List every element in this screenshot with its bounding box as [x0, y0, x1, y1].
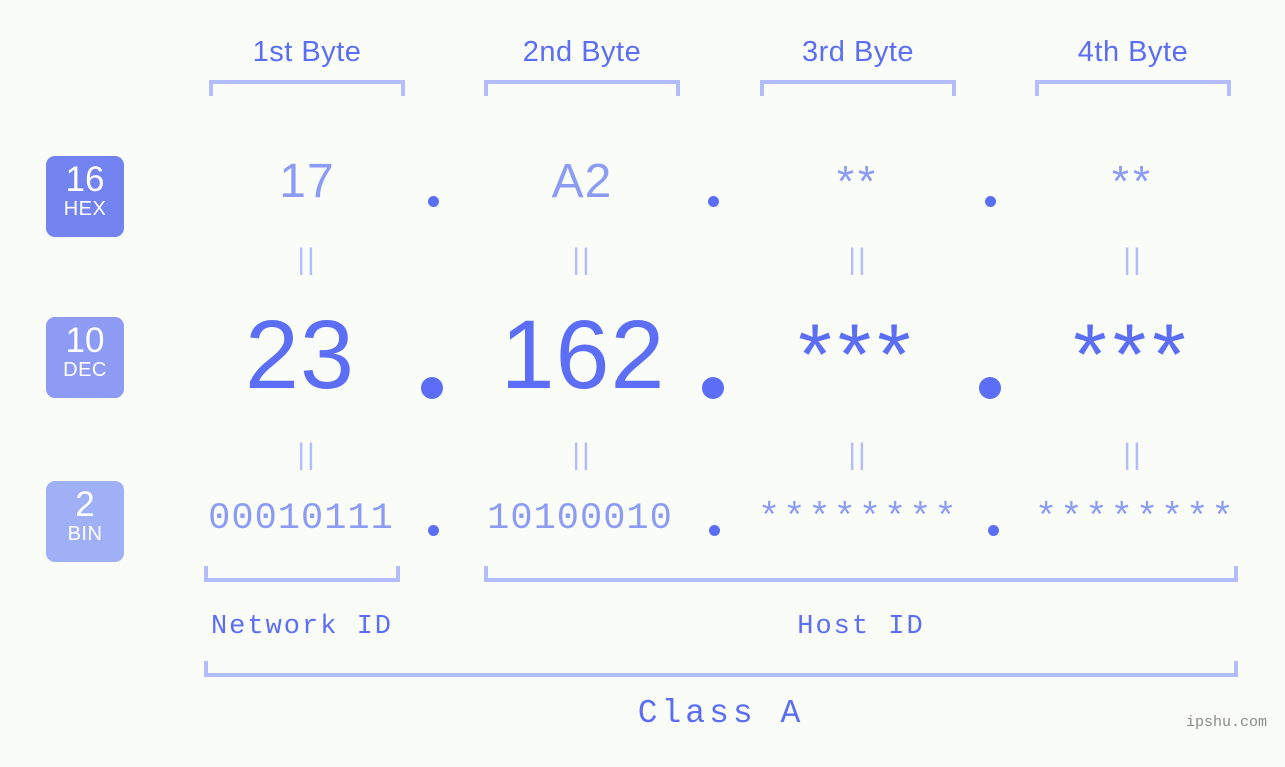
- bin-separator-dot-1: [428, 525, 439, 536]
- dec-separator-dot-2: [702, 377, 724, 399]
- dec-byte-3: ***: [798, 307, 917, 403]
- hex-separator-dot-3: [985, 196, 996, 207]
- dec-separator-dot-3: [979, 377, 1001, 399]
- bin-byte-3: ********: [758, 498, 960, 540]
- base-badge-dec-name: DEC: [63, 359, 107, 381]
- ip-breakdown-diagram: 1st Byte 2nd Byte 3rd Byte 4th Byte 16 H…: [0, 0, 1285, 767]
- equality-marker-1-3: ||: [848, 243, 868, 276]
- byte-header-2: 2nd Byte: [522, 36, 642, 68]
- dec-separator-dot-1: [421, 377, 443, 399]
- base-badge-hex-number: 16: [65, 160, 105, 199]
- bin-byte-1: 00010111: [208, 498, 394, 540]
- byte-header-1: 1st Byte: [252, 36, 362, 68]
- network-id-label: Network ID: [210, 612, 394, 642]
- byte-header-3: 3rd Byte: [802, 36, 914, 68]
- byte-header-4: 4th Byte: [1077, 36, 1189, 68]
- bin-byte-4: ********: [1035, 498, 1237, 540]
- class-label: Class A: [637, 695, 805, 732]
- bin-separator-dot-3: [988, 525, 999, 536]
- equality-marker-2-1: ||: [297, 438, 317, 471]
- dec-byte-1: 23: [245, 300, 355, 409]
- hex-separator-dot-1: [428, 196, 439, 207]
- bin-byte-2: 10100010: [487, 498, 673, 540]
- base-badge-bin-number: 2: [75, 485, 95, 524]
- equality-marker-1-2: ||: [572, 243, 592, 276]
- equality-marker-2-2: ||: [572, 438, 592, 471]
- base-badge-dec-number: 10: [65, 321, 105, 360]
- equality-marker-2-3: ||: [848, 438, 868, 471]
- byte-bracket-2: [484, 80, 680, 96]
- hex-byte-4: **: [1111, 157, 1155, 206]
- base-badge-dec: 10 DEC: [46, 317, 124, 398]
- dec-byte-4: ***: [1073, 307, 1192, 403]
- equality-marker-1-4: ||: [1123, 243, 1143, 276]
- bin-separator-dot-2: [709, 525, 720, 536]
- byte-bracket-1: [209, 80, 405, 96]
- hex-separator-dot-2: [708, 196, 719, 207]
- base-badge-bin-name: BIN: [67, 523, 103, 545]
- hex-byte-1: 17: [279, 155, 335, 208]
- hex-byte-3: **: [836, 157, 880, 206]
- host-id-label: Host ID: [797, 612, 925, 642]
- byte-bracket-4: [1035, 80, 1231, 96]
- equality-marker-1-1: ||: [297, 243, 317, 276]
- host-id-bracket: [484, 566, 1238, 582]
- dec-byte-2: 162: [500, 300, 666, 409]
- equality-marker-2-4: ||: [1123, 438, 1143, 471]
- watermark: ipshu.com: [1185, 714, 1267, 731]
- class-bracket: [204, 661, 1238, 677]
- hex-byte-2: A2: [551, 155, 613, 208]
- base-badge-hex-name: HEX: [63, 198, 107, 220]
- base-badge-bin: 2 BIN: [46, 481, 124, 562]
- network-id-bracket: [204, 566, 400, 582]
- byte-bracket-3: [760, 80, 956, 96]
- base-badge-hex: 16 HEX: [46, 156, 124, 237]
